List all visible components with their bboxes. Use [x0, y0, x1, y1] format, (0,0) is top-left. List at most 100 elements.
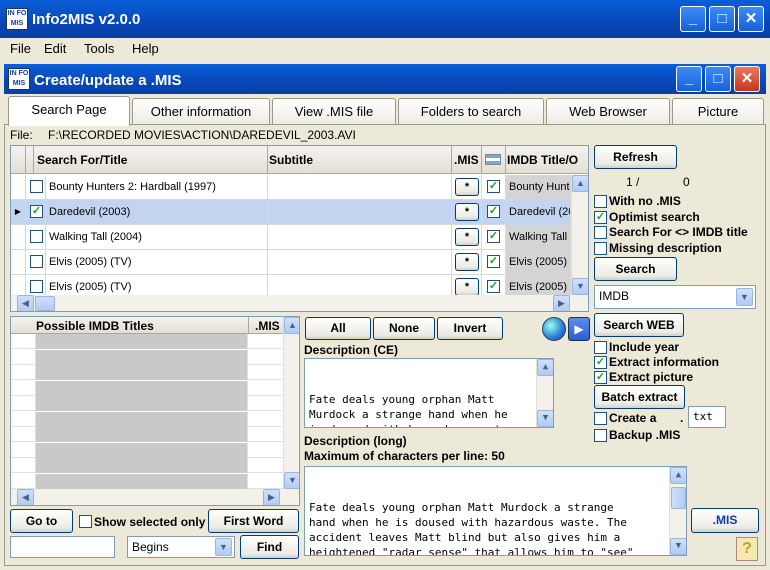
row-imdb-title[interactable]: Elvis (2005) [506, 250, 571, 275]
search-button[interactable]: Search [594, 257, 677, 281]
globe-icon[interactable] [542, 317, 566, 341]
tab-view-mis-file[interactable]: View .MIS file [272, 98, 396, 125]
col-search-title[interactable]: Search For/Title [37, 153, 127, 167]
possible-hscroll[interactable]: ◀ ▶ [11, 489, 299, 505]
table-row[interactable]: ▶ ✓ Daredevil (2003) * ✓ Daredevil (20 [11, 200, 571, 225]
row-checkbox[interactable] [30, 280, 43, 293]
row-subtitle[interactable] [268, 250, 452, 275]
option-checkbox[interactable]: ✓ [594, 371, 607, 384]
inner-maximize-button[interactable]: □ [705, 66, 731, 92]
vscroll-thumb[interactable] [671, 487, 686, 509]
option-row[interactable]: Search For <> IMDB title [594, 224, 764, 239]
tab-picture[interactable]: Picture [672, 98, 764, 125]
chevron-down-icon[interactable]: ▼ [215, 538, 232, 556]
scroll-left-icon[interactable]: ◀ [17, 295, 34, 311]
tab-other-information[interactable]: Other information [132, 98, 270, 125]
invert-button[interactable]: Invert [437, 317, 503, 340]
col-mis[interactable]: .MIS [454, 153, 479, 167]
option-checkbox[interactable] [594, 195, 607, 208]
inner-close-button[interactable]: ✕ [734, 66, 760, 92]
list-item[interactable] [11, 427, 283, 442]
col-imdb-title[interactable]: IMDB Title/O [507, 153, 578, 167]
menu-tools[interactable]: Tools [84, 41, 114, 56]
tab-folders-to-search[interactable]: Folders to search [398, 98, 544, 125]
row-subtitle[interactable] [268, 225, 452, 250]
menu-edit[interactable]: Edit [44, 41, 66, 56]
option-checkbox[interactable]: ✓ [594, 210, 607, 224]
row-title[interactable]: Elvis (2005) (TV) [46, 250, 268, 275]
row-imdb-checkbox[interactable]: ✓ [487, 205, 500, 218]
source-select[interactable]: IMDB ▼ [594, 285, 756, 309]
list-item[interactable] [11, 396, 283, 411]
menu-file[interactable]: File [10, 41, 31, 56]
option-row[interactable]: Missing description [594, 240, 764, 255]
row-mis-button[interactable]: * [455, 178, 479, 196]
list-item[interactable] [11, 458, 283, 473]
create-checkbox[interactable] [594, 412, 607, 425]
chevron-down-icon[interactable]: ▼ [736, 288, 753, 306]
row-mis-button[interactable]: * [455, 278, 479, 296]
description-ce-vscroll[interactable]: ▲ ▼ [536, 359, 553, 427]
row-mis-button[interactable]: * [455, 253, 479, 271]
scroll-down-icon[interactable]: ▼ [572, 278, 588, 295]
row-subtitle[interactable] [268, 175, 452, 200]
list-item[interactable] [11, 380, 283, 396]
scroll-down-icon[interactable]: ▼ [670, 538, 686, 555]
find-input[interactable] [10, 536, 115, 558]
scroll-down-icon[interactable]: ▼ [537, 410, 553, 427]
search-web-button[interactable]: Search WEB [594, 313, 684, 337]
row-subtitle[interactable] [268, 200, 452, 225]
tab-web-browser[interactable]: Web Browser [546, 98, 670, 125]
help-icon[interactable]: ? [736, 537, 758, 561]
tab-search-page[interactable]: Search Page [8, 96, 130, 126]
option-checkbox[interactable] [594, 241, 607, 255]
scroll-right-icon[interactable]: ▶ [263, 489, 280, 505]
scroll-right-icon[interactable]: ▶ [553, 295, 570, 311]
extension-input[interactable]: txt [688, 406, 726, 428]
batch-extract-button[interactable]: Batch extract [594, 385, 685, 409]
col-possible-mis[interactable]: .MIS [255, 319, 280, 333]
match-mode-select[interactable]: Begins ▼ [127, 536, 235, 558]
row-checkbox[interactable]: ✓ [30, 205, 43, 218]
row-checkbox[interactable] [30, 255, 43, 268]
play-icon[interactable]: ▶ [568, 317, 590, 341]
table-row[interactable]: Bounty Hunters 2: Hardball (1997) * ✓ Bo… [11, 175, 571, 200]
row-imdb-title[interactable]: Walking Tall ( [506, 225, 571, 250]
first-word-button[interactable]: First Word [208, 509, 299, 533]
refresh-button[interactable]: Refresh [594, 145, 677, 169]
menu-help[interactable]: Help [132, 41, 159, 56]
option-checkbox[interactable]: ✓ [594, 356, 607, 369]
show-selected-checkbox[interactable] [79, 515, 92, 528]
row-imdb-title[interactable]: Daredevil (20 [506, 200, 571, 225]
row-checkbox[interactable] [30, 230, 43, 243]
hscroll-thumb[interactable] [35, 296, 55, 311]
inner-minimize-button[interactable]: _ [676, 66, 702, 92]
list-item[interactable] [11, 349, 283, 365]
description-long-textarea[interactable]: Fate deals young orphan Matt Murdock a s… [304, 466, 687, 556]
scroll-left-icon[interactable]: ◀ [17, 489, 34, 505]
option-checkbox[interactable] [594, 341, 607, 354]
scroll-down-icon[interactable]: ▼ [284, 472, 299, 489]
col-subtitle[interactable]: Subtitle [269, 153, 313, 167]
search-table-vscroll[interactable]: ▲ ▼ [571, 175, 588, 295]
minimize-button[interactable]: _ [680, 6, 706, 32]
option-row[interactable]: Include year [594, 339, 764, 354]
description-ce-textarea[interactable]: Fate deals young orphan Matt Murdock a s… [304, 358, 554, 428]
row-title[interactable]: Bounty Hunters 2: Hardball (1997) [46, 175, 268, 200]
row-imdb-checkbox[interactable]: ✓ [487, 255, 500, 268]
scroll-up-icon[interactable]: ▲ [670, 467, 686, 484]
list-item[interactable] [11, 411, 283, 427]
row-mis-button[interactable]: * [455, 203, 479, 221]
backup-checkbox[interactable] [594, 429, 607, 442]
go-to-button[interactable]: Go to [10, 509, 73, 533]
mis-button[interactable]: .MIS [691, 508, 759, 533]
table-row[interactable]: Walking Tall (2004) * ✓ Walking Tall ( [11, 225, 571, 250]
row-title[interactable]: Walking Tall (2004) [46, 225, 268, 250]
row-mis-button[interactable]: * [455, 228, 479, 246]
scroll-up-icon[interactable]: ▲ [572, 175, 588, 192]
find-button[interactable]: Find [240, 535, 299, 559]
close-button[interactable]: ✕ [738, 6, 764, 32]
list-item[interactable] [11, 473, 283, 489]
option-row[interactable]: ✓ Optimist search [594, 209, 764, 224]
row-imdb-title[interactable]: Bounty Hunter [506, 175, 571, 200]
